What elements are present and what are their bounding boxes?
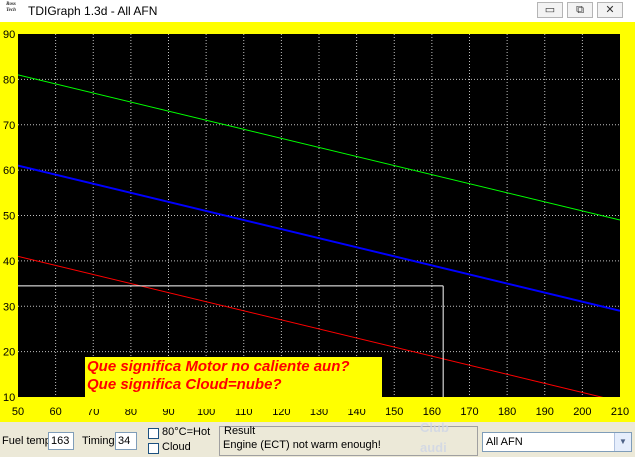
x-tick-label: 200	[573, 406, 591, 418]
restore-button[interactable]: ⧉	[567, 2, 593, 18]
engine-select[interactable]: All AFN ▼	[482, 432, 632, 452]
fuel-temp-label: Fuel temp	[2, 435, 51, 447]
engine-select-value: All AFN	[486, 436, 523, 448]
close-button[interactable]: ✕	[597, 2, 623, 18]
chevron-down-icon[interactable]: ▼	[614, 433, 631, 451]
y-tick-label: 60	[3, 165, 15, 177]
result-label: Result	[224, 425, 256, 437]
timing-field[interactable]: 34	[115, 432, 137, 450]
y-tick-label: 20	[3, 347, 15, 359]
watermark-line-2: audi	[420, 440, 447, 455]
y-tick-label: 50	[3, 211, 15, 223]
hot-checkbox[interactable]	[148, 428, 159, 439]
y-tick-label: 40	[3, 256, 15, 268]
hot-label: 80°C=Hot	[162, 426, 211, 438]
app-logo-icon[interactable]: Ross Tech	[3, 2, 19, 19]
x-tick-label: 170	[460, 406, 478, 418]
window-title: TDIGraph 1.3d - All AFN	[28, 4, 158, 18]
x-tick-label: 60	[50, 406, 62, 418]
y-tick-label: 10	[3, 392, 15, 404]
watermark-line-1: Club	[420, 420, 449, 435]
title-bar: Ross Tech TDIGraph 1.3d - All AFN ▭ ⧉ ✕	[0, 0, 635, 23]
y-tick-label: 30	[3, 301, 15, 313]
annotation-box: Que significa Motor no caliente aun? Que…	[85, 357, 382, 409]
x-tick-label: 190	[536, 406, 554, 418]
y-tick-label: 70	[3, 120, 15, 132]
fuel-temp-field[interactable]: 163	[48, 432, 74, 450]
annotation-line-2: Que significa Cloud=nube?	[87, 376, 282, 393]
x-tick-label: 150	[385, 406, 403, 418]
x-tick-label: 180	[498, 406, 516, 418]
x-tick-label: 50	[12, 406, 24, 418]
minimize-button[interactable]: ▭	[537, 2, 563, 18]
y-tick-label: 80	[3, 74, 15, 86]
cloud-checkbox[interactable]	[148, 443, 159, 454]
x-tick-label: 160	[423, 406, 441, 418]
timing-label: Timing	[82, 435, 115, 447]
cloud-label: Cloud	[162, 441, 191, 453]
result-text: Engine (ECT) not warm enough!	[223, 439, 381, 451]
x-tick-label: 210	[611, 406, 629, 418]
annotation-line-1: Que significa Motor no caliente aun?	[87, 358, 350, 375]
status-bar: Fuel temp 163 Timing 34 80°C=Hot Cloud R…	[0, 420, 635, 457]
y-tick-label: 90	[3, 29, 15, 41]
